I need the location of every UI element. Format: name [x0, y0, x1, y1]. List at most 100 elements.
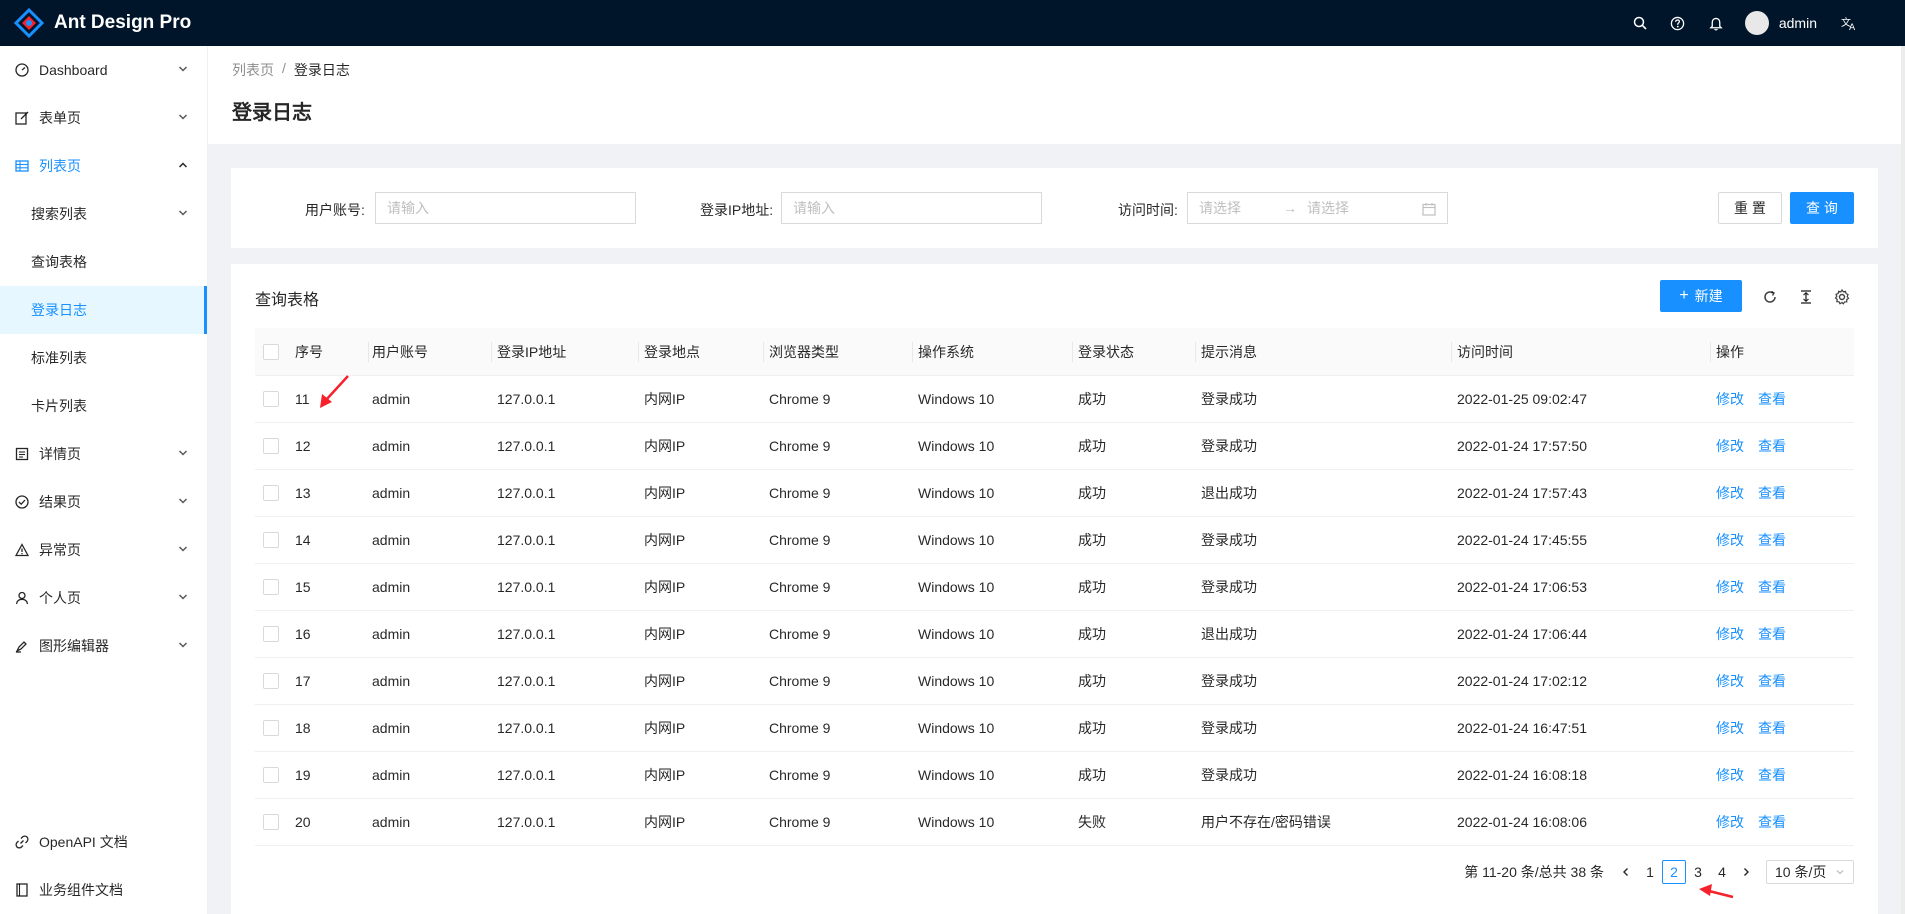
cell-actions: 修改 查看 [1716, 517, 1800, 563]
row-checkbox[interactable] [263, 658, 279, 704]
new-button[interactable]: + 新建 [1660, 280, 1742, 312]
sidebar-item-label: 图形编辑器 [39, 638, 109, 654]
row-checkbox[interactable] [263, 705, 279, 751]
view-link[interactable]: 查看 [1758, 812, 1786, 832]
edit-link[interactable]: 修改 [1716, 624, 1744, 644]
svg-text:A: A [1849, 23, 1856, 31]
row-checkbox[interactable] [263, 564, 279, 610]
page-4[interactable]: 4 [1710, 860, 1734, 884]
sidebar-item-profile[interactable]: 详情页 [0, 430, 207, 478]
prev-page-icon[interactable] [1614, 860, 1638, 884]
view-link[interactable]: 查看 [1758, 671, 1786, 691]
page-size-select[interactable]: 10 条/页 [1766, 860, 1854, 884]
sidebar-item-label: OpenAPI 文档 [39, 834, 128, 850]
account-input[interactable]: 请输入 [375, 192, 636, 224]
translation-icon[interactable]: 文A [1831, 0, 1869, 46]
row-checkbox[interactable] [263, 752, 279, 798]
cell-location: 内网IP [644, 532, 686, 548]
cell-time: 2022-01-24 17:06:53 [1457, 579, 1587, 595]
edit-link[interactable]: 修改 [1716, 671, 1744, 691]
page-1[interactable]: 1 [1638, 860, 1662, 884]
chevron-down-icon [178, 594, 188, 600]
time-end-placeholder[interactable]: 请选择 [1307, 198, 1349, 218]
time-start-placeholder[interactable]: 请选择 [1199, 198, 1241, 218]
cell-index: 14 [295, 532, 311, 548]
row-checkbox[interactable] [263, 799, 279, 845]
sidebar-item-result[interactable]: 结果页 [0, 478, 207, 526]
cell-account: admin [372, 673, 411, 689]
row-checkbox[interactable] [263, 517, 279, 563]
cell-time: 2022-01-24 16:08:06 [1457, 814, 1587, 830]
edit-link[interactable]: 修改 [1716, 812, 1744, 832]
question-circle-icon[interactable] [1659, 0, 1697, 46]
reset-button[interactable]: 重 置 [1718, 192, 1782, 224]
edit-link[interactable]: 修改 [1716, 765, 1744, 785]
edit-link[interactable]: 修改 [1716, 577, 1744, 597]
row-checkbox[interactable] [263, 470, 279, 516]
view-link[interactable]: 查看 [1758, 483, 1786, 503]
row-checkbox[interactable] [263, 423, 279, 469]
cell-actions: 修改 查看 [1716, 752, 1800, 798]
time-range-picker[interactable]: 请选择 → 请选择 [1187, 192, 1448, 224]
edit-link[interactable]: 修改 [1716, 483, 1744, 503]
sidebar-link-component-docs[interactable]: 业务组件文档 [0, 866, 207, 914]
view-link[interactable]: 查看 [1758, 718, 1786, 738]
sidebar-subitem-card-list[interactable]: 卡片列表 [0, 382, 207, 430]
page-size-value: 10 条/页 [1775, 864, 1827, 880]
cell-location: 内网IP [644, 438, 686, 454]
sidebar-item-editor[interactable]: 图形编辑器 [0, 622, 207, 670]
sidebar-link-openapi[interactable]: OpenAPI 文档 [0, 818, 207, 866]
view-link[interactable]: 查看 [1758, 577, 1786, 597]
sidebar: Dashboard 表单页 列表页 搜索列表 查询表格 登录日志 标准列表 卡片… [0, 46, 208, 914]
cell-actions: 修改 查看 [1716, 470, 1800, 516]
brand[interactable]: Ant Design Pro [0, 8, 191, 38]
query-button[interactable]: 查 询 [1790, 192, 1854, 224]
row-checkbox[interactable] [263, 376, 279, 422]
page-2-current[interactable]: 2 [1662, 860, 1686, 884]
sidebar-item-exception[interactable]: 异常页 [0, 526, 207, 574]
user-menu[interactable]: admin [1735, 11, 1831, 35]
table-row: 15 admin 127.0.0.1 内网IP Chrome 9 Windows 10 成功… [255, 564, 1854, 611]
page-scrollbar[interactable] [1901, 46, 1905, 914]
sidebar-item-label: 业务组件文档 [39, 882, 123, 898]
next-page-icon[interactable] [1734, 860, 1758, 884]
settings-icon[interactable] [1833, 288, 1851, 306]
sidebar-subitem-query-table[interactable]: 查询表格 [0, 238, 207, 286]
view-link[interactable]: 查看 [1758, 624, 1786, 644]
table-icon [14, 158, 30, 174]
new-button-label: 新建 [1694, 288, 1723, 304]
sidebar-subitem-basic-list[interactable]: 标准列表 [0, 334, 207, 382]
edit-link[interactable]: 修改 [1716, 389, 1744, 409]
search-icon[interactable] [1621, 0, 1659, 46]
table-row: 17 admin 127.0.0.1 内网IP Chrome 9 Windows 10 成功… [255, 658, 1854, 705]
sidebar-item-label: 结果页 [39, 494, 81, 510]
sidebar-item-account[interactable]: 个人页 [0, 574, 207, 622]
search-form: 用户账号: 请输入 登录IP地址: 请输入 访问时间: 请选择 → 请选择 重 … [231, 168, 1878, 248]
cell-os: Windows 10 [918, 438, 995, 454]
column-header: 操作 [1716, 343, 1744, 360]
sidebar-subitem-login-log[interactable]: 登录日志 [0, 286, 207, 334]
edit-link[interactable]: 修改 [1716, 530, 1744, 550]
bell-icon[interactable] [1697, 0, 1735, 46]
reload-icon[interactable] [1761, 288, 1779, 306]
breadcrumb-link[interactable]: 列表页 [232, 60, 274, 80]
view-link[interactable]: 查看 [1758, 389, 1786, 409]
row-checkbox[interactable] [263, 611, 279, 657]
ip-input[interactable]: 请输入 [781, 192, 1042, 224]
cell-status: 成功 [1078, 532, 1106, 548]
edit-link[interactable]: 修改 [1716, 718, 1744, 738]
view-link[interactable]: 查看 [1758, 436, 1786, 456]
page-3[interactable]: 3 [1686, 860, 1710, 884]
view-link[interactable]: 查看 [1758, 765, 1786, 785]
sidebar-subitem-search-list[interactable]: 搜索列表 [0, 190, 207, 238]
sidebar-item-list[interactable]: 列表页 [0, 142, 207, 190]
sidebar-item-dashboard[interactable]: Dashboard [0, 46, 207, 94]
select-all-checkbox[interactable] [263, 328, 279, 375]
view-link[interactable]: 查看 [1758, 530, 1786, 550]
edit-link[interactable]: 修改 [1716, 436, 1744, 456]
density-icon[interactable] [1797, 288, 1815, 306]
cell-browser: Chrome 9 [769, 391, 831, 407]
sidebar-item-form[interactable]: 表单页 [0, 94, 207, 142]
column-header: 浏览器类型 [769, 343, 839, 360]
sidebar-item-label: Dashboard [39, 62, 108, 78]
